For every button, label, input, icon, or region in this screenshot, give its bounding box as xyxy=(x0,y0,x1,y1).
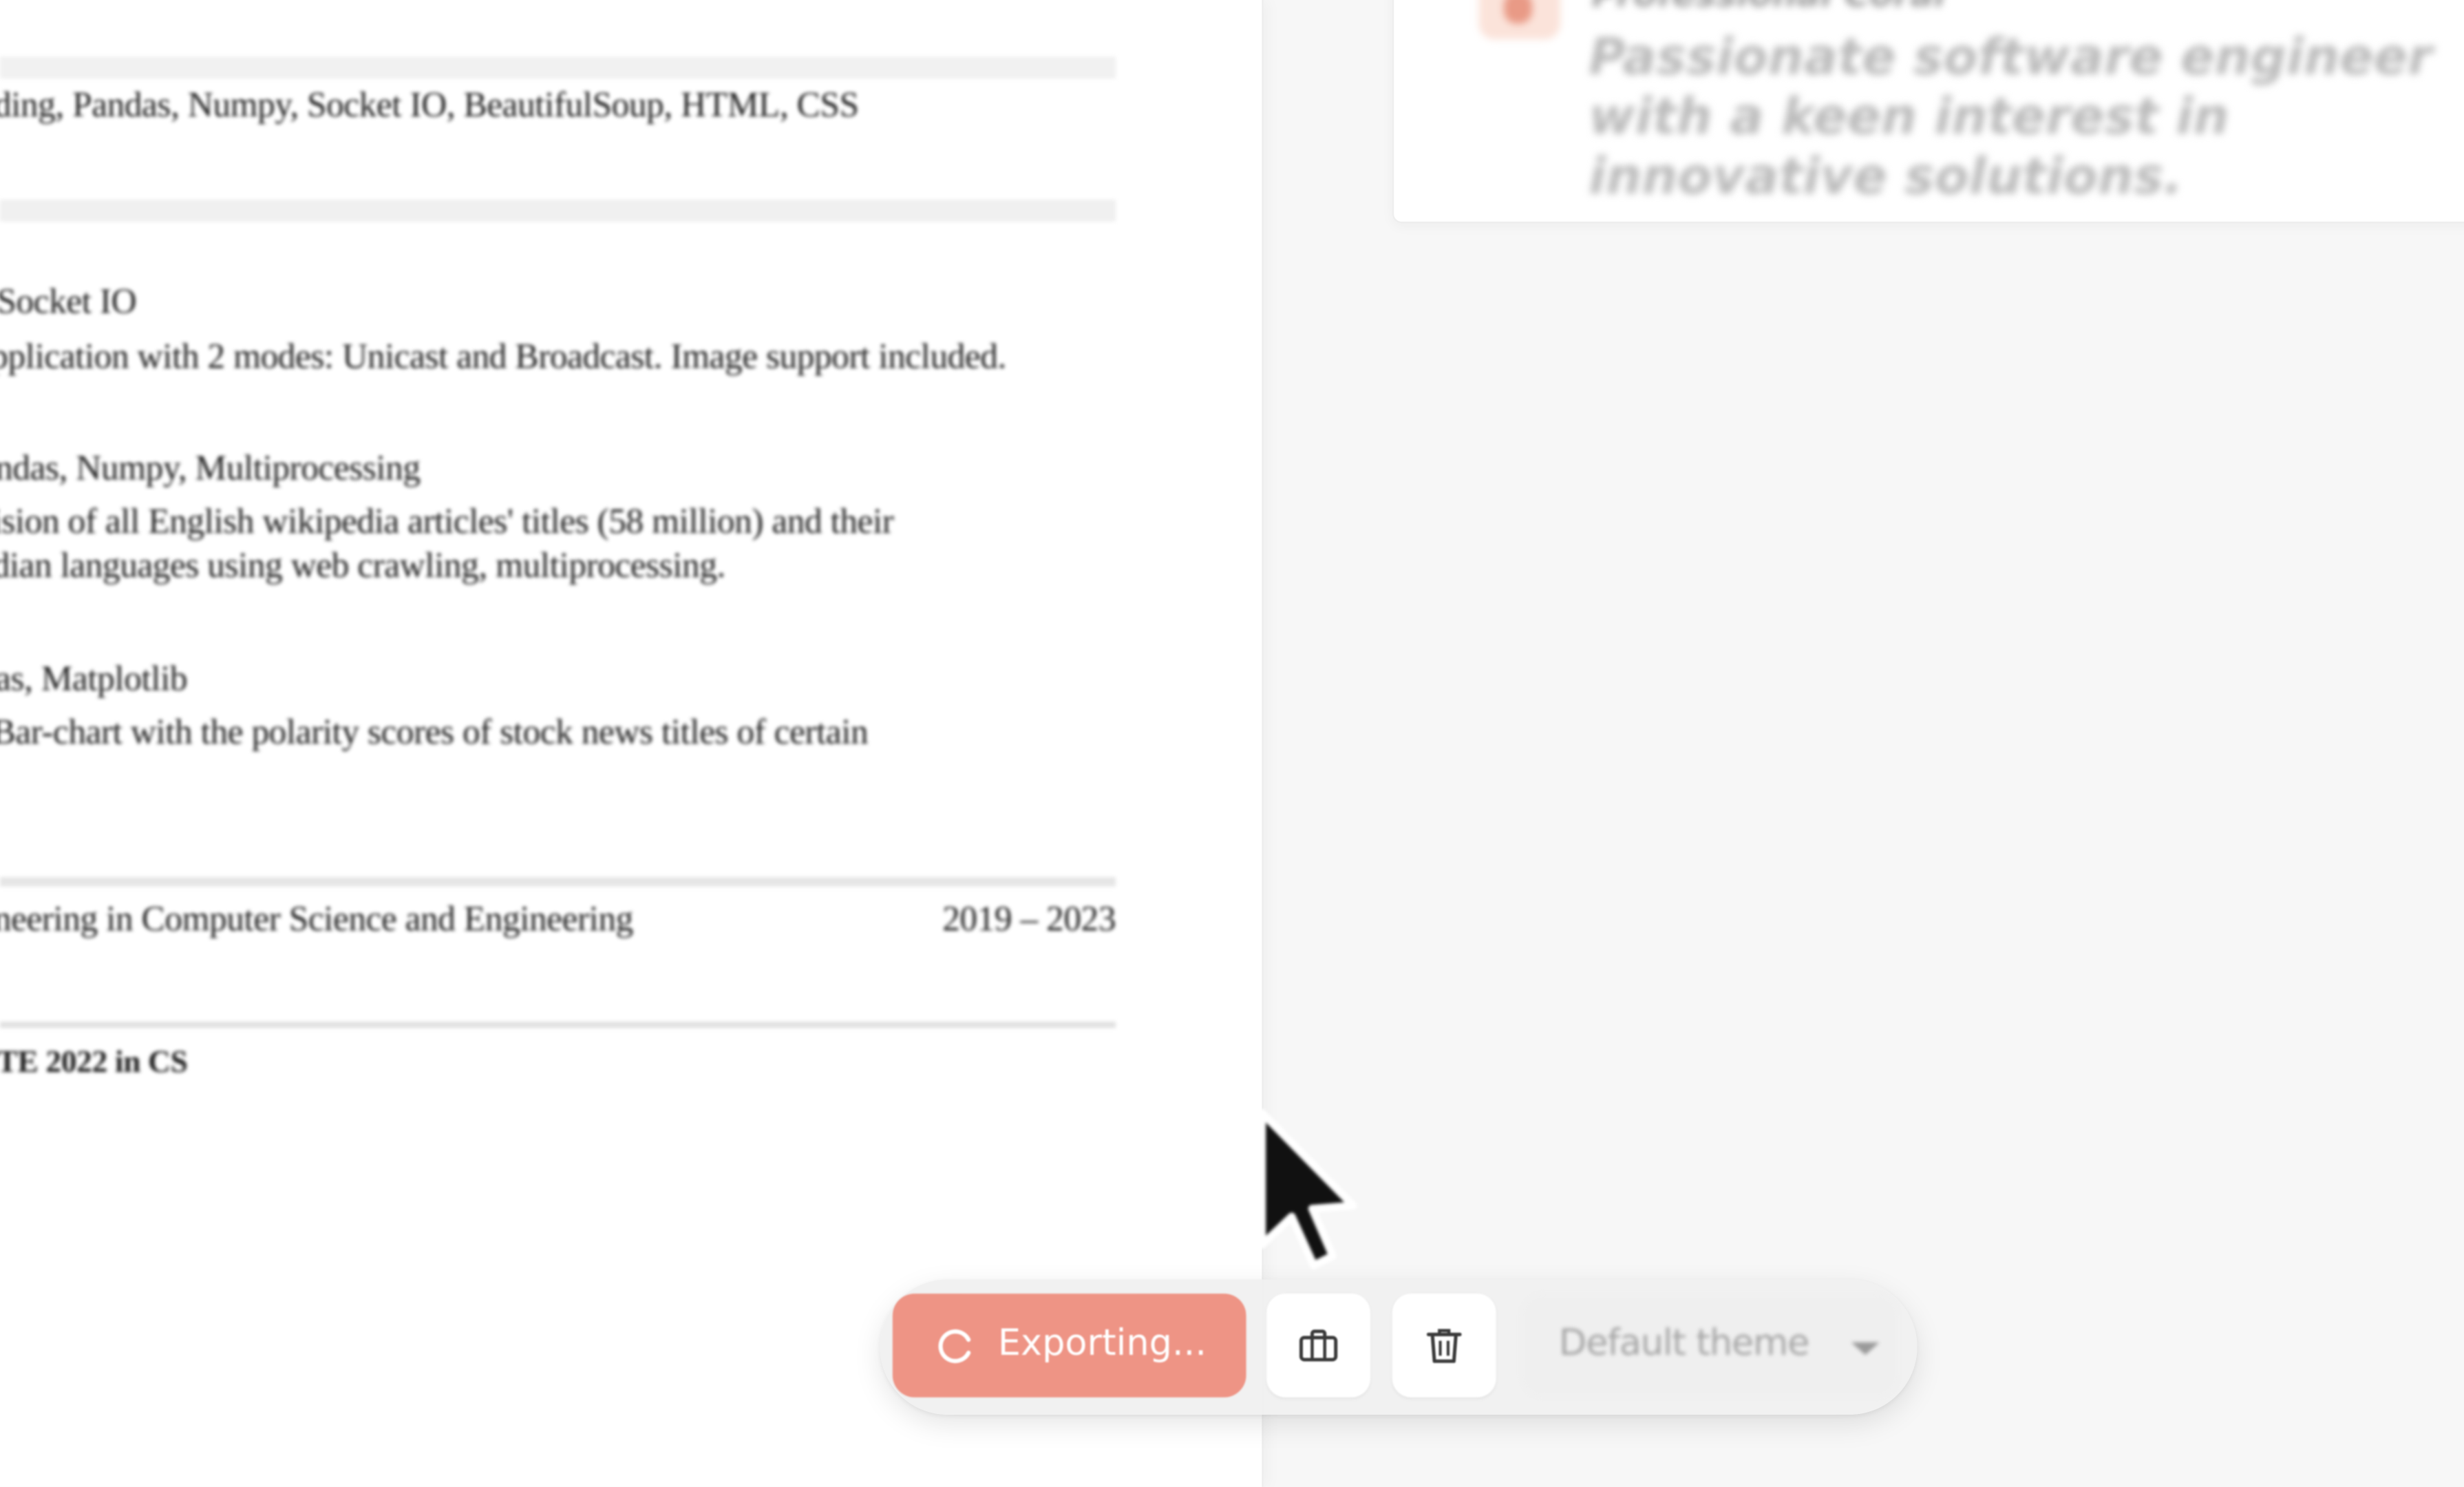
chevron-down-icon xyxy=(1851,1342,1880,1356)
theme-select-value: Default theme xyxy=(1558,1323,1810,1364)
theme-select[interactable]: Default theme xyxy=(1521,1294,1899,1398)
theme-option-card[interactable]: Professional Coral Passionate software e… xyxy=(1392,0,2464,224)
trash-icon xyxy=(1426,1329,1462,1363)
app-stage: ding, Pandas, Numpy, Socket IO, Beautifu… xyxy=(0,0,2464,1487)
section-rule xyxy=(0,199,1116,222)
theme-description: Passionate software engineer with a keen… xyxy=(1589,26,2433,207)
theme-name: Professional Coral xyxy=(1592,0,1946,16)
export-button[interactable]: Exporting... xyxy=(892,1294,1246,1398)
project-3-desc: Bar-chart with the polarity scores of st… xyxy=(0,712,869,752)
education-degree: neering in Computer Science and Engineer… xyxy=(0,898,633,939)
delete-button[interactable] xyxy=(1392,1294,1496,1398)
project-1-tech: Socket IO xyxy=(0,281,137,321)
project-2-desc-1: ision of all English wikipedia articles'… xyxy=(0,501,894,541)
export-label: Exporting... xyxy=(997,1323,1207,1364)
project-3-tech: as, Matplotlib xyxy=(0,658,188,698)
section-rule xyxy=(0,56,1116,79)
project-2-tech: ndas, Numpy, Multiprocessing xyxy=(0,447,421,487)
achievement-line: TE 2022 in CS xyxy=(0,1045,188,1080)
theme-swatch-dot xyxy=(1504,0,1533,24)
skills-line: ding, Pandas, Numpy, Socket IO, Beautifu… xyxy=(0,85,859,125)
resume-preview: ding, Pandas, Numpy, Socket IO, Beautifu… xyxy=(0,0,1264,1487)
spinner-icon xyxy=(938,1329,971,1364)
section-rule xyxy=(0,877,1116,887)
section-rule xyxy=(0,1022,1116,1029)
resume-content: ding, Pandas, Numpy, Socket IO, Beautifu… xyxy=(0,0,1262,1487)
briefcase-icon xyxy=(1299,1329,1338,1362)
project-2-desc-2: dian languages using web crawling, multi… xyxy=(0,545,725,585)
project-1-desc: pplication with 2 modes: Unicast and Bro… xyxy=(0,336,1006,376)
briefcase-button[interactable] xyxy=(1266,1294,1370,1398)
theme-card-content: Professional Coral Passionate software e… xyxy=(1394,0,2464,222)
bottom-toolbar: Exporting... Default theme xyxy=(880,1279,1918,1415)
mouse-cursor-icon xyxy=(1257,1108,1357,1269)
education-years: 2019 – 2023 xyxy=(942,898,1116,939)
